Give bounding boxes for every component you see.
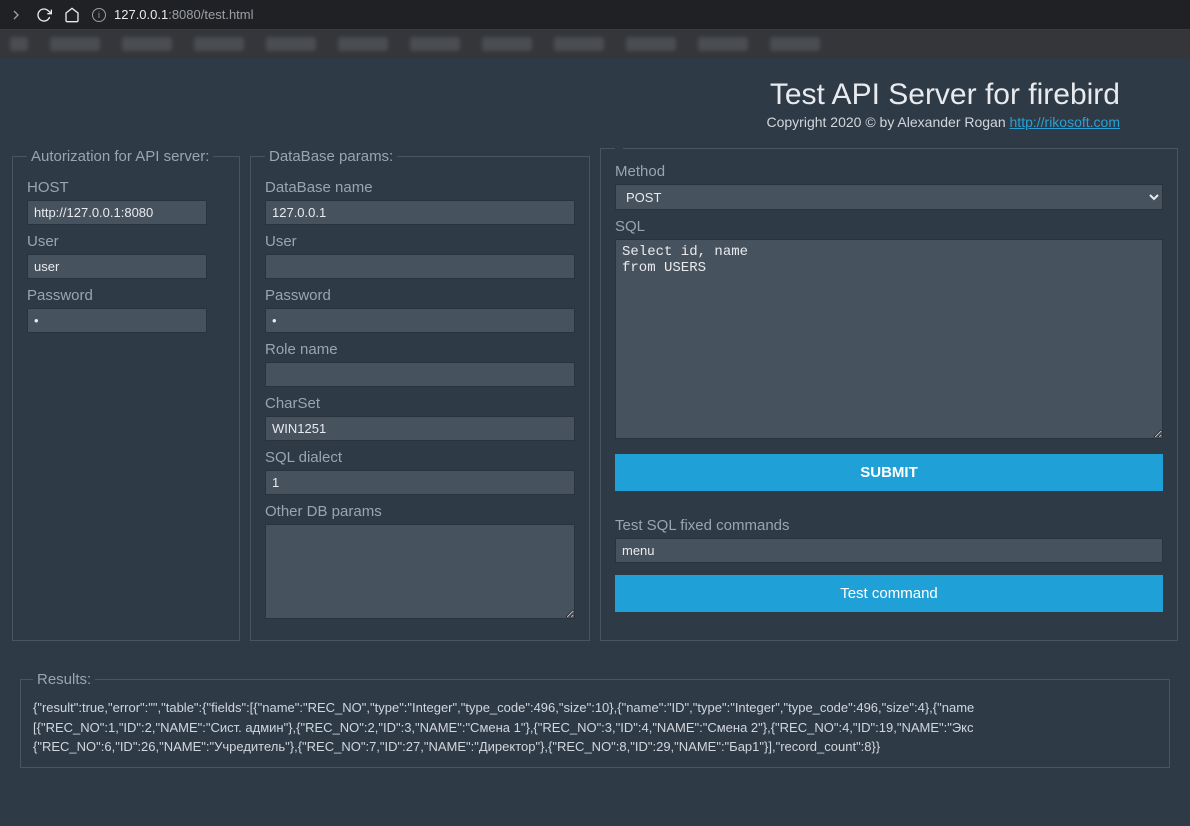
dbpassword-input[interactable] bbox=[265, 308, 575, 333]
results-body: {"result":true,"error":"","table":{"fiel… bbox=[33, 698, 1157, 757]
role-label: Role name bbox=[265, 341, 575, 358]
dialect-input[interactable] bbox=[265, 470, 575, 495]
site-info-icon[interactable]: i bbox=[92, 8, 106, 22]
auth-legend: Autorization for API server: bbox=[27, 148, 213, 165]
request-fieldset: Method POST SQL Select id, name from USE… bbox=[600, 148, 1178, 641]
auth-password-label: Password bbox=[27, 287, 225, 304]
method-select[interactable]: POST bbox=[615, 184, 1163, 210]
fixed-label: Test SQL fixed commands bbox=[615, 517, 1163, 534]
dbname-label: DataBase name bbox=[265, 179, 575, 196]
copyright-text: Copyright 2020 © by Alexander Rogan bbox=[766, 114, 1009, 130]
results-fieldset: Results: {"result":true,"error":"","tabl… bbox=[20, 671, 1170, 768]
host-label: HOST bbox=[27, 179, 225, 196]
forward-icon[interactable] bbox=[8, 7, 24, 23]
fixed-input[interactable] bbox=[615, 538, 1163, 563]
db-fieldset: DataBase params: DataBase name User Pass… bbox=[250, 148, 590, 641]
page-title: Test API Server for firebird bbox=[10, 78, 1120, 112]
test-command-button[interactable]: Test command bbox=[615, 575, 1163, 612]
method-label: Method bbox=[615, 163, 1163, 180]
auth-password-input[interactable] bbox=[27, 308, 207, 333]
otherdb-label: Other DB params bbox=[265, 503, 575, 520]
author-link[interactable]: http://rikosoft.com bbox=[1010, 114, 1120, 130]
charset-label: CharSet bbox=[265, 395, 575, 412]
dbuser-input[interactable] bbox=[265, 254, 575, 279]
db-legend: DataBase params: bbox=[265, 148, 397, 165]
url-text: 127.0.0.1:8080/test.html bbox=[114, 7, 254, 22]
sql-textarea[interactable]: Select id, name from USERS bbox=[615, 239, 1163, 439]
dbuser-label: User bbox=[265, 233, 575, 250]
charset-input[interactable] bbox=[265, 416, 575, 441]
auth-user-label: User bbox=[27, 233, 225, 250]
reload-icon[interactable] bbox=[36, 7, 52, 23]
otherdb-textarea[interactable] bbox=[265, 524, 575, 619]
auth-fieldset: Autorization for API server: HOST User P… bbox=[12, 148, 240, 641]
dbpassword-label: Password bbox=[265, 287, 575, 304]
sql-label: SQL bbox=[615, 218, 1163, 235]
browser-toolbar: i 127.0.0.1:8080/test.html bbox=[0, 0, 1190, 30]
auth-user-input[interactable] bbox=[27, 254, 207, 279]
host-input[interactable] bbox=[27, 200, 207, 225]
results-legend: Results: bbox=[33, 671, 95, 688]
page-header: Test API Server for firebird Copyright 2… bbox=[10, 78, 1180, 130]
role-input[interactable] bbox=[265, 362, 575, 387]
address-bar[interactable]: i 127.0.0.1:8080/test.html bbox=[92, 7, 254, 22]
bookmarks-bar bbox=[0, 30, 1190, 58]
submit-button[interactable]: SUBMIT bbox=[615, 454, 1163, 491]
home-icon[interactable] bbox=[64, 7, 80, 23]
dialect-label: SQL dialect bbox=[265, 449, 575, 466]
dbname-input[interactable] bbox=[265, 200, 575, 225]
